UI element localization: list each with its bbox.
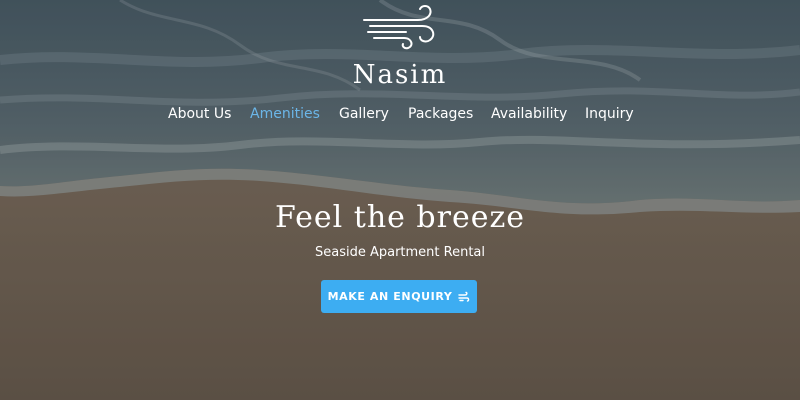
nav-item-amenities[interactable]: Amenities [250, 103, 320, 125]
wind-icon [458, 291, 470, 302]
hero-section: Nasim About Us Amenities Gallery Package… [0, 0, 800, 400]
hero-tagline: Feel the breeze [274, 200, 526, 235]
wind-logo-icon [363, 5, 435, 50]
nav-item-about-us[interactable]: About Us [168, 103, 231, 125]
make-enquiry-button[interactable]: MAKE AN ENQUIRY [321, 280, 477, 313]
nav-item-availability[interactable]: Availability [491, 103, 567, 125]
nav-item-inquiry[interactable]: Inquiry [585, 103, 634, 125]
brand-name: Nasim [352, 60, 448, 90]
hero-subtitle: Seaside Apartment Rental [314, 245, 486, 260]
brand-logo[interactable]: Nasim [0, 2, 800, 92]
nav-item-packages[interactable]: Packages [408, 103, 473, 125]
make-enquiry-button-label: MAKE AN ENQUIRY [327, 290, 453, 303]
nav-item-gallery[interactable]: Gallery [339, 103, 389, 125]
main-navigation: About Us Amenities Gallery Packages Avai… [0, 103, 800, 125]
